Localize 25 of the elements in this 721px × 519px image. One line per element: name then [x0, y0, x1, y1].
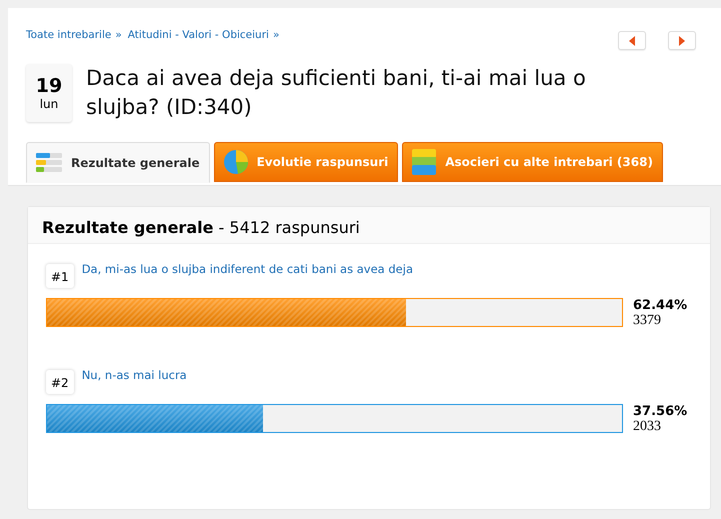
question-title: Daca ai avea deja suficienti bani, ti-ai mai lua o slujba? (ID:340) [86, 65, 587, 121]
rank-badge: #2 [46, 370, 74, 394]
breadcrumb-link[interactable]: Toate intrebarile [26, 29, 112, 41]
date-weekday: lun [40, 97, 58, 111]
results-title: Rezultate generale [42, 218, 214, 237]
vote-count: 3379 [633, 313, 662, 328]
response-count: - 5412 raspunsuri [218, 218, 360, 237]
next-button[interactable] [668, 31, 696, 50]
breadcrumb-separator: » [272, 29, 280, 41]
vote-count: 2033 [633, 419, 662, 434]
bar-list-icon [36, 152, 62, 172]
percent-value: 37.56% [633, 404, 688, 419]
breadcrumb-link[interactable]: Atitudini - Valori - Obiceiuri [128, 29, 269, 41]
stacked-blocks-icon [412, 149, 436, 175]
breadcrumb-separator: » [115, 29, 122, 41]
answer-text: Nu, n-as mai lucra [82, 368, 187, 384]
answer-text: Da, mi-as lua o slujba indiferent de cati bani as avea deja [82, 262, 414, 278]
tab[interactable]: Rezultate generale [26, 142, 210, 183]
previous-button[interactable] [618, 31, 646, 50]
date-day: 19 [36, 75, 62, 97]
pie-chart-icon [224, 150, 248, 174]
rank-badge: #1 [46, 264, 74, 288]
percent-value: 62.44% [633, 298, 688, 313]
right-arrow-icon [679, 36, 685, 46]
left-arrow-icon [629, 36, 635, 46]
